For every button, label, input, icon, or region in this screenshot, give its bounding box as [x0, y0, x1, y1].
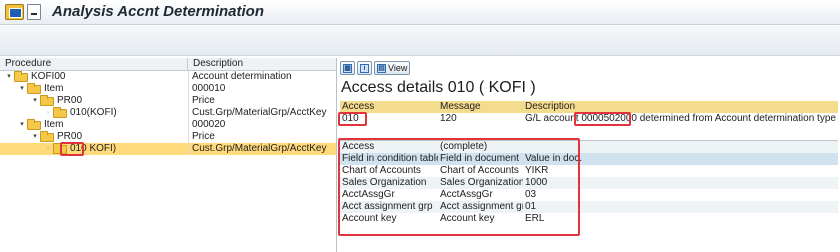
expand-toggle-icon[interactable]: ▾: [31, 131, 39, 143]
tree-node-description: Account determination: [188, 71, 336, 83]
tree-node-description: Cust.Grp/MaterialGrp/AcctKey: [188, 107, 336, 119]
expand-toggle-icon[interactable]: ▾: [18, 83, 26, 95]
procedure-tree: Procedure Description ▾ KOFI00 Account d…: [0, 58, 337, 252]
tree-node-description: 000010: [188, 83, 336, 95]
tree-node-label[interactable]: PR00: [57, 95, 82, 107]
sap-app-icon[interactable]: [5, 4, 24, 20]
folder-icon: [27, 83, 41, 94]
view-button[interactable]: ▤ View: [374, 61, 411, 75]
tree-node-description: Cust.Grp/MaterialGrp/AcctKey: [188, 143, 336, 155]
tree-row[interactable]: ▾ PR00 Price: [0, 131, 336, 143]
highlight-box: [60, 142, 84, 156]
window-title: Analysis Accnt Determination: [52, 3, 264, 20]
expand-toggle-icon[interactable]: ▾: [18, 119, 26, 131]
access-details-heading: Access details 010 ( KOFI ): [341, 79, 536, 96]
table-view-button[interactable]: ▦: [340, 61, 355, 75]
system-menu-icon[interactable]: [27, 4, 41, 20]
info-button[interactable]: i: [357, 61, 372, 75]
expand-toggle-icon[interactable]: ▾: [5, 71, 13, 83]
leaf-bullet-icon: ·: [46, 109, 50, 116]
expand-toggle-icon[interactable]: ▾: [31, 95, 39, 107]
description-suffix: determined from Account determination ty…: [639, 113, 838, 124]
highlight-box: [338, 112, 367, 126]
detail-toolbar: ▦ i ▤ View: [340, 61, 411, 75]
tree-node-label[interactable]: 010(KOFI): [70, 107, 117, 119]
folder-icon: [27, 119, 41, 130]
highlight-box: [338, 138, 580, 236]
column-header-message[interactable]: Message: [438, 101, 523, 113]
tree-header: Procedure Description: [0, 58, 336, 71]
column-header-description[interactable]: Description: [188, 58, 336, 70]
column-header-procedure[interactable]: Procedure: [0, 58, 188, 70]
tree-row[interactable]: ▾ Item 000010: [0, 83, 336, 95]
folder-icon: [40, 131, 54, 142]
message-value: 120: [440, 113, 457, 124]
tree-row[interactable]: · 010(KOFI) Cust.Grp/MaterialGrp/AcctKey: [0, 107, 336, 119]
tree-node-description: 000020: [188, 119, 336, 131]
tree-row[interactable]: ▾ Item 000020: [0, 119, 336, 131]
folder-icon: [40, 95, 54, 106]
document-icon: ▤: [377, 63, 386, 73]
view-button-label: View: [388, 63, 408, 73]
tree-node-label[interactable]: KOFI00: [31, 71, 65, 83]
grid-icon: ▦: [343, 63, 352, 73]
leaf-bullet-icon: ·: [46, 145, 50, 152]
tree-node-label[interactable]: Item: [44, 119, 63, 131]
description-prefix: G/L account: [525, 113, 582, 124]
tree-node-description: Price: [188, 95, 336, 107]
tree-row[interactable]: ▾ KOFI00 Account determination: [0, 71, 336, 83]
info-icon: i: [360, 63, 369, 73]
highlight-box: [574, 112, 631, 126]
description-value: G/L account 0000502000 determined from A…: [523, 113, 838, 125]
folder-icon: [53, 107, 67, 118]
tree-row-selected[interactable]: · 010 KOFI) Cust.Grp/MaterialGrp/AcctKey: [0, 142, 336, 156]
folder-icon: [14, 71, 28, 82]
access-details-pane: ▦ i ▤ View Access details 010 ( KOFI ) A…: [338, 58, 840, 252]
tree-node-label[interactable]: Item: [44, 83, 63, 95]
tree-node-description: Price: [188, 131, 336, 143]
tree-row[interactable]: ▾ PR00 Price: [0, 95, 336, 107]
title-bar: Analysis Accnt Determination: [0, 0, 840, 25]
column-header-description[interactable]: Description: [523, 101, 838, 113]
application-toolbar: [0, 25, 840, 56]
